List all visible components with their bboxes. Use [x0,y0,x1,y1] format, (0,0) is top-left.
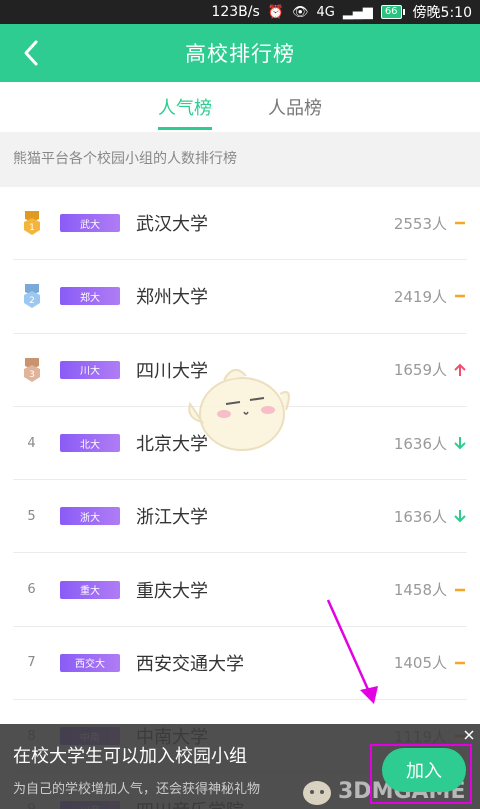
clock: 傍晚5:10 [412,5,472,21]
silver-medal-icon: 2 [15,283,48,309]
rank-number: 6 [27,582,36,598]
tab-character[interactable]: 人品榜 [268,82,322,132]
signal-4g-icon: 4G [316,4,335,20]
trend-down-icon [453,436,467,450]
university-name: 重庆大学 [136,580,208,602]
university-name: 郑州大学 [136,287,208,309]
member-count: 2419人 [393,287,447,306]
annotation-arrow [326,599,378,704]
ranking-row[interactable]: 1 武大 武汉大学 2553人 [13,187,467,261]
university-badge: 郑大 [60,287,120,306]
university-name: 武汉大学 [136,214,208,236]
member-count: 1458人 [393,581,447,600]
svg-text:1: 1 [29,223,35,233]
university-badge: 北大 [60,434,120,453]
panda-logo-icon [303,781,331,805]
gold-medal-icon: 1 [15,210,48,236]
trend-flat-icon [453,583,467,597]
list-description: 熊猫平台各个校园小组的人数排行榜 [0,132,480,187]
member-count: 1636人 [393,434,447,453]
signal-bars-icon: ▂▄▆ [342,4,373,20]
ranking-list: 1 武大 武汉大学 2553人 2 郑大 郑州大学 2419人 3 川大 四川大学 1659人 4 北大北… [0,187,480,809]
battery-icon: 66 [380,5,405,19]
trend-flat-icon [453,656,467,670]
network-speed: 123B/s [211,4,260,20]
panda-mascot-image [188,369,290,451]
ranking-row[interactable]: 7 西交大 西安交通大学 1405人 [13,627,467,701]
rank-number: 7 [27,655,36,671]
member-count: 1659人 [393,361,447,380]
university-badge: 武大 [60,214,120,233]
university-name: 浙江大学 [136,507,208,529]
trend-down-icon [453,509,467,523]
university-badge: 西交大 [60,653,120,672]
university-badge: 川大 [60,360,120,379]
tab-popularity[interactable]: 人气榜 [158,82,212,132]
annotation-highlight-box [370,744,472,804]
rank-number: 5 [27,508,36,524]
university-badge: 浙大 [60,507,120,526]
trend-up-icon [453,363,467,377]
university-badge: 重大 [60,580,120,599]
svg-text:2: 2 [29,296,35,306]
page-title: 高校排行榜 [185,42,295,66]
banner-subtitle: 为自己的学校增加人气，还会获得神秘礼物 [13,782,261,797]
alarm-icon: ⏰ [267,4,284,20]
member-count: 2553人 [393,214,447,233]
member-count: 1636人 [393,507,447,526]
ranking-row[interactable]: 5 浙大 浙江大学 1636人 [13,480,467,554]
rank-number: 4 [27,435,36,451]
university-name: 西安交通大学 [136,653,244,675]
trend-flat-icon [453,289,467,303]
chevron-left-icon [24,40,38,66]
member-count: 1405人 [393,654,447,673]
eye-icon: 👁 [291,4,309,20]
status-bar: 123B/s ⏰ 👁 4G ▂▄▆ 66 傍晚5:10 [0,0,480,24]
ranking-row[interactable]: 2 郑大 郑州大学 2419人 [13,260,467,334]
banner-title: 在校大学生可以加入校园小组 [13,746,247,767]
trend-flat-icon [453,216,467,230]
header: 高校排行榜 [0,24,480,82]
close-icon[interactable] [462,728,476,742]
tab-bar: 人气榜 人品榜 [0,82,480,132]
back-button[interactable] [18,36,48,70]
bronze-medal-icon: 3 [15,357,48,383]
svg-text:3: 3 [29,370,35,380]
ranking-row[interactable]: 6 重大 重庆大学 1458人 [13,553,467,627]
join-banner: 在校大学生可以加入校园小组 为自己的学校增加人气，还会获得神秘礼物 3DMGAM… [0,724,480,809]
